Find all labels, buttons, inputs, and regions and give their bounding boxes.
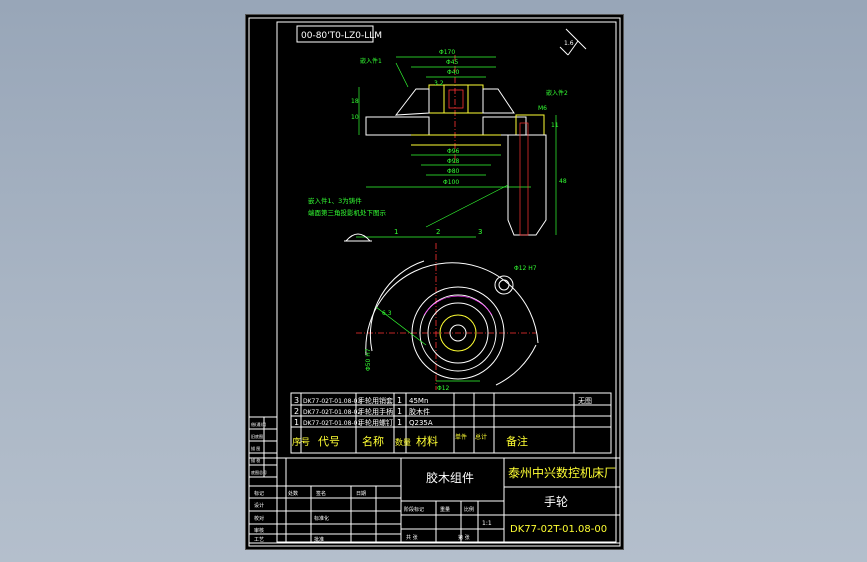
dim-40: Φ40 bbox=[447, 69, 460, 76]
svg-text:手轮用手柄: 手轮用手柄 bbox=[358, 407, 393, 416]
svg-text:1:1: 1:1 bbox=[482, 520, 492, 527]
detail-arc bbox=[345, 233, 371, 242]
svg-text:工艺: 工艺 bbox=[254, 537, 264, 543]
svg-text:DK77-02T-01.08-01: DK77-02T-01.08-01 bbox=[303, 420, 361, 427]
svg-text:处数: 处数 bbox=[288, 490, 298, 497]
svg-text:1: 1 bbox=[397, 407, 402, 416]
cad-drawing: 00-80'T0-LZ0-LLM 1.6 Φ170 Φ45 Φ40 3.2 Φ9… bbox=[248, 17, 621, 547]
svg-text:1: 1 bbox=[397, 418, 402, 427]
svg-text:描 图: 描 图 bbox=[251, 445, 260, 451]
insert-label-2: 嵌入件2 bbox=[546, 89, 568, 97]
handle: 48 11 嵌入件2 M6 bbox=[507, 89, 568, 236]
svg-text:底图总号: 底图总号 bbox=[251, 469, 267, 475]
svg-text:手轮用螺钉: 手轮用螺钉 bbox=[358, 418, 393, 427]
company-name: 泰州中兴数控机床厂 bbox=[508, 465, 616, 480]
dim-bottom-b: Φ12 H7 bbox=[514, 265, 537, 272]
svg-text:日期: 日期 bbox=[356, 491, 366, 497]
dim-bottom-a: Φ12 bbox=[437, 385, 450, 392]
wheel-outer-arc bbox=[365, 262, 539, 356]
top-code-text: 00-80'T0-LZ0-LLM bbox=[301, 31, 382, 41]
svg-text:比例: 比例 bbox=[464, 506, 474, 513]
roughness-value: 1.6 bbox=[564, 40, 574, 47]
side-strip: 借(通)用 旧底图 描 图 描 校 底图总号 bbox=[248, 416, 278, 478]
svg-text:DK77-02T-01.08-03: DK77-02T-01.08-03 bbox=[303, 398, 361, 405]
dim-100: Φ100 bbox=[443, 179, 459, 186]
dim-11: 11 bbox=[551, 122, 559, 129]
rim-right-hatched bbox=[482, 88, 527, 136]
magenta-arc bbox=[423, 295, 493, 316]
svg-text:校对: 校对 bbox=[254, 515, 264, 522]
dim-18: 18 bbox=[351, 98, 359, 105]
svg-text:胶木件: 胶木件 bbox=[409, 407, 430, 416]
roughness-symbol: 1.6 bbox=[559, 28, 587, 56]
bom-row: 3 DK77-02T-01.08-03 手轮用销套 1 45Mn 无图 bbox=[294, 396, 592, 405]
note-line-2: 端面第三角投影机处下图示 bbox=[308, 208, 387, 217]
bom-header-no: 序号 bbox=[292, 436, 310, 448]
svg-text:1: 1 bbox=[294, 418, 299, 427]
callout-1: 1 bbox=[394, 228, 398, 236]
bom-header-qty: 数量 bbox=[395, 437, 411, 447]
inner-frame bbox=[276, 21, 617, 543]
svg-text:批准: 批准 bbox=[314, 536, 324, 543]
svg-text:旧底图: 旧底图 bbox=[251, 433, 263, 439]
svg-text:DK77-02T-01.08-02: DK77-02T-01.08-02 bbox=[303, 409, 361, 416]
svg-text:无图: 无图 bbox=[578, 397, 592, 405]
svg-text:3: 3 bbox=[294, 396, 299, 405]
insert-label-1: 嵌入件1 bbox=[360, 57, 382, 65]
svg-text:重量: 重量 bbox=[440, 506, 450, 513]
svg-text:2: 2 bbox=[294, 407, 299, 416]
dim-48: 48 bbox=[559, 178, 567, 185]
svg-text:共 张: 共 张 bbox=[406, 534, 418, 541]
dim-96: Φ96 bbox=[447, 148, 460, 155]
svg-text:45Mn: 45Mn bbox=[409, 397, 428, 405]
callout-3: 3 bbox=[478, 228, 482, 236]
svg-text:审核: 审核 bbox=[254, 527, 264, 534]
dim-10: 10 bbox=[351, 114, 359, 121]
assembly-name: 胶木组件 bbox=[426, 470, 474, 485]
svg-text:1: 1 bbox=[397, 396, 402, 405]
bom-header-material: 材料 bbox=[416, 434, 438, 448]
title-block: 标记 处数 签名 日期 设计 校对 标准化 审核 批准 工艺 阶段标记 重量 比… bbox=[248, 457, 621, 544]
svg-text:标准化: 标准化 bbox=[314, 515, 329, 522]
drawing-sheet: 00-80'T0-LZ0-LLM 1.6 Φ170 Φ45 Φ40 3.2 Φ9… bbox=[245, 14, 624, 550]
dim-side: Φ50 H7 bbox=[365, 348, 372, 371]
svg-text:借(通)用: 借(通)用 bbox=[251, 421, 266, 427]
dim-45: Φ45 bbox=[446, 59, 459, 66]
bom-header-total: 总计 bbox=[475, 433, 487, 441]
svg-text:设计: 设计 bbox=[254, 502, 264, 509]
note-line-1: 嵌入件1、3为铸件 bbox=[308, 196, 362, 205]
drawing-number: DK77-02T-01.08-00 bbox=[510, 524, 607, 535]
svg-text:Q235A: Q235A bbox=[409, 419, 433, 427]
bom-header-name: 名称 bbox=[362, 434, 384, 448]
callout-2: 2 bbox=[436, 228, 440, 236]
rim-left-hatched bbox=[365, 88, 430, 136]
dim-80: Φ80 bbox=[447, 168, 460, 175]
part-name: 手轮 bbox=[544, 495, 568, 509]
dim-32: 3.2 bbox=[434, 80, 444, 87]
svg-text:手轮用销套: 手轮用销套 bbox=[358, 396, 393, 405]
dim-roughness: 6.3 bbox=[382, 310, 392, 317]
bom-header-remark: 备注 bbox=[506, 434, 528, 448]
bom-header-unit: 单件 bbox=[455, 433, 467, 441]
bom-row: 2 DK77-02T-01.08-02 手轮用手柄 1 胶木件 bbox=[294, 407, 430, 416]
bom-header-code: 代号 bbox=[318, 435, 340, 448]
svg-text:标记: 标记 bbox=[254, 490, 264, 497]
svg-text:第 张: 第 张 bbox=[458, 534, 470, 541]
hub-outline bbox=[428, 84, 484, 114]
thread-label: M6 bbox=[538, 105, 547, 112]
dim-outer: Φ170 bbox=[439, 49, 455, 56]
bom-table: 序号 代号 名称 数量 材料 单件 总计 备注 3 DK77-02T-01.08… bbox=[290, 392, 612, 454]
plan-view: 6.3 Φ12 Φ50 H7 Φ12 H7 bbox=[356, 243, 539, 392]
dim-98: Φ98 bbox=[447, 158, 460, 165]
svg-text:阶段标记: 阶段标记 bbox=[404, 506, 424, 513]
bom-row: 1 DK77-02T-01.08-01 手轮用螺钉 1 Q235A bbox=[294, 418, 433, 427]
svg-text:签名: 签名 bbox=[316, 490, 326, 497]
section-view: Φ170 Φ45 Φ40 3.2 Φ96 Φ98 Φ80 Φ100 18 10 … bbox=[351, 49, 531, 188]
